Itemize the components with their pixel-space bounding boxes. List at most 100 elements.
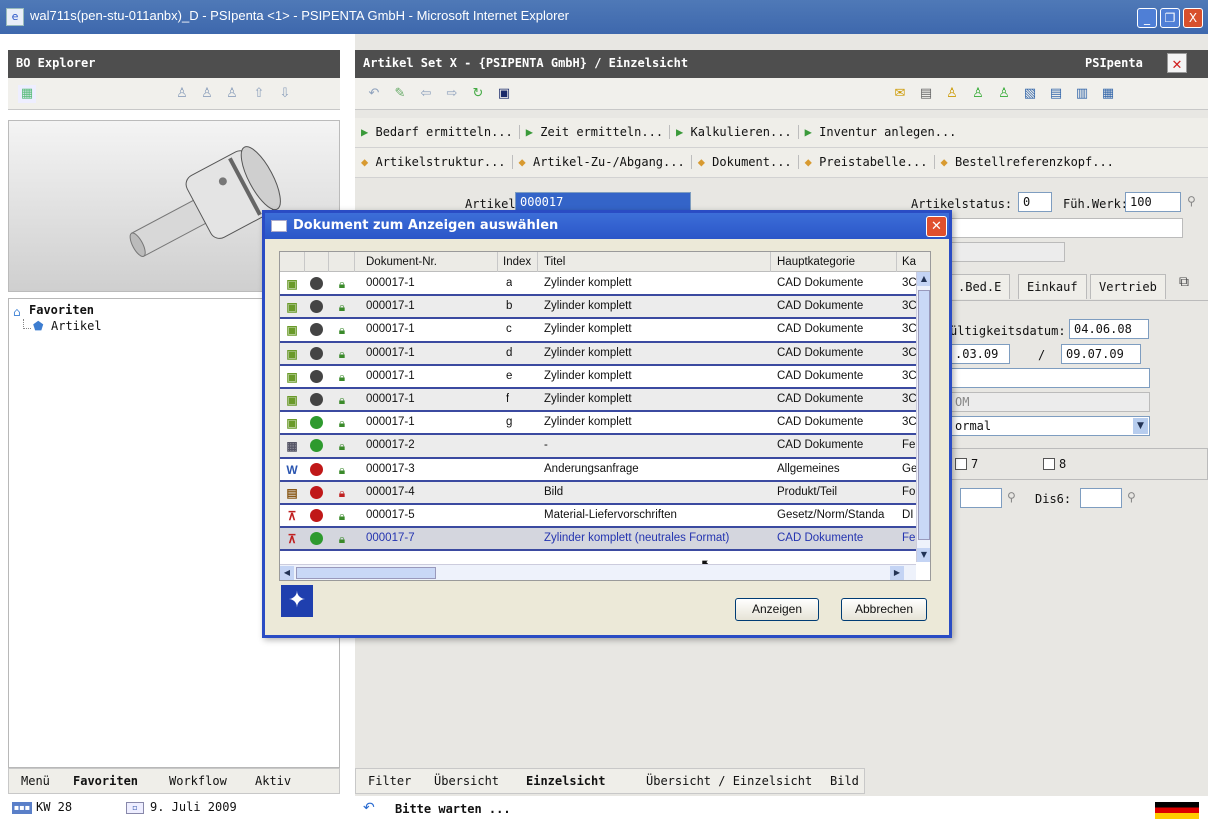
table-row[interactable]: ▣ 🔒︎ 000017-1 g Zylinder komplett CAD Dokumen… [280, 412, 916, 436]
chevron-down-icon[interactable]: ▼ [1133, 418, 1148, 434]
list-icon[interactable]: ▤ [917, 85, 935, 103]
action-zeit[interactable]: ▶ Zeit ermitteln... [520, 125, 671, 139]
save-icon[interactable]: ▣ [495, 85, 513, 103]
abbrechen-button[interactable]: Abbrechen [841, 598, 927, 621]
hscroll-thumb[interactable] [296, 567, 436, 579]
dis6-input[interactable] [1080, 488, 1122, 508]
date-from-input[interactable]: .03.09 [950, 344, 1010, 364]
table-row[interactable]: ▦ 🔒︎ 000017-2 - CAD Dokumente Fe [280, 435, 916, 459]
link-dokument[interactable]: ◆ Dokument... [692, 155, 799, 169]
table-row[interactable]: ▤ 🔒︎ 000017-4 Bild Produkt/Teil Fo [280, 481, 916, 505]
dis5-input[interactable] [960, 488, 1002, 508]
tab-filter[interactable]: Filter [368, 774, 411, 788]
calendar-icon[interactable]: ▦ [1099, 85, 1117, 103]
tab-menu[interactable]: Menü [21, 774, 50, 788]
select-normal[interactable]: ormal [950, 416, 1150, 436]
scroll-right-icon[interactable]: ▶ [890, 566, 904, 580]
tab-uebersicht-einzelsicht[interactable]: Übersicht / Einzelsicht [646, 774, 812, 788]
person-icon[interactable]: ♙ [173, 85, 191, 103]
link-artikelstruktur[interactable]: ◆ Artikelstruktur... [355, 155, 513, 169]
close-window-button[interactable]: X [1183, 8, 1203, 28]
maximize-button[interactable]: ❐ [1160, 8, 1180, 28]
document-icon[interactable]: ▤ [1047, 85, 1065, 103]
user-icon[interactable]: ♙ [943, 85, 961, 103]
checkbox-7[interactable] [955, 458, 967, 470]
view-tabs: Filter Übersicht Einzelsicht Übersicht /… [355, 768, 865, 794]
table-row[interactable]: ▣ 🔒︎ 000017-1 b Zylinder komplett CAD Dokumen… [280, 296, 916, 320]
mail-icon[interactable]: ✉ [891, 85, 909, 103]
cell-hauptkategorie: CAD Dokumente [777, 300, 864, 313]
refresh-icon[interactable]: ↻ [469, 85, 487, 103]
scroll-up-icon[interactable]: ▲ [917, 272, 930, 286]
tree-item-artikel[interactable]: Artikel [51, 319, 102, 333]
action-kalkulieren[interactable]: ▶ Kalkulieren... [670, 125, 799, 139]
group-users-icon[interactable]: ♙ [995, 85, 1013, 103]
table-row[interactable]: ▣ 🔒︎ 000017-1 a Zylinder komplett CAD Dokumen… [280, 273, 916, 297]
users-icon[interactable]: ♙ [969, 85, 987, 103]
dialog-close-icon[interactable]: ✕ [926, 216, 947, 237]
tree-root-favoriten[interactable]: Favoriten [29, 303, 94, 317]
edit-icon[interactable]: ✎ [391, 85, 409, 103]
disabled-select [945, 242, 1065, 262]
table-row[interactable]: ▣ 🔒︎ 000017-1 f Zylinder komplett CAD Dokumen… [280, 389, 916, 413]
action-inventur[interactable]: ▶ Inventur anlegen... [799, 125, 963, 139]
table-row[interactable]: ⊼ 🔒︎ 000017-7 Zylinder komplett (neutrales … [280, 528, 916, 552]
minimize-button[interactable]: _ [1137, 8, 1157, 28]
forward-arrow-icon[interactable]: ⇨ [443, 85, 461, 103]
artikelstatus-input[interactable]: 0 [1018, 192, 1052, 212]
search-icon[interactable]: ⚲ [1007, 490, 1016, 504]
search-icon[interactable]: ⚲ [1187, 194, 1196, 208]
persons-icon[interactable]: ♙ [198, 85, 216, 103]
col-ka[interactable]: Ka [902, 256, 916, 268]
artikel-input[interactable]: 000017 [515, 192, 691, 212]
link-zu-abgang[interactable]: ◆ Artikel-Zu-/Abgang... [513, 155, 692, 169]
group-icon[interactable]: ♙ [223, 85, 241, 103]
table-row[interactable]: W 🔒︎ 000017-3 Änderungsanfrage Allgemeines Ge [280, 459, 916, 482]
arrow-up-icon[interactable]: ⇧ [250, 85, 268, 103]
action-bedarf[interactable]: ▶ Bedarf ermitteln... [355, 125, 520, 139]
col-dokument-nr[interactable]: Dokument-Nr. [366, 256, 437, 268]
tab-einkauf[interactable]: Einkauf [1018, 274, 1087, 299]
table-row[interactable]: ⊼ 🔒︎ 000017-5 Material-Liefervorschriften Ge… [280, 505, 916, 529]
tab-aktiv[interactable]: Aktiv [255, 774, 291, 788]
tab-bed-e[interactable]: .Bed.E [950, 274, 1011, 299]
tab-einzelsicht[interactable]: Einzelsicht [526, 774, 605, 788]
document-edit-icon[interactable]: ▥ [1073, 85, 1091, 103]
card-icon[interactable]: ▧ [1021, 85, 1039, 103]
horizontal-scrollbar[interactable]: ◀ ▶ [280, 564, 916, 580]
undo-icon[interactable]: ↶ [365, 85, 383, 103]
tab-favoriten[interactable]: Favoriten [73, 774, 138, 788]
artikel-description-field[interactable] [945, 218, 1183, 238]
tab-vertrieb[interactable]: Vertrieb [1090, 274, 1166, 299]
scroll-down-icon[interactable]: ▼ [917, 548, 930, 562]
explorer-icon[interactable]: ▦ [18, 85, 36, 103]
back-arrow-icon[interactable]: ⇦ [417, 85, 435, 103]
vertical-scrollbar[interactable]: ▲ ▼ [916, 272, 930, 562]
table-row[interactable]: ▣ 🔒︎ 000017-1 d Zylinder komplett CAD Dokumen… [280, 342, 916, 366]
validity-input[interactable]: 04.06.08 [1069, 319, 1149, 339]
col-index[interactable]: Index [503, 256, 531, 268]
scroll-left-icon[interactable]: ◀ [280, 566, 294, 580]
link-bestellreferenz[interactable]: ◆ Bestellreferenzkopf... [935, 155, 1120, 169]
link-preistabelle[interactable]: ◆ Preistabelle... [799, 155, 935, 169]
date-to-input[interactable]: 09.07.09 [1061, 344, 1141, 364]
text-field[interactable] [950, 368, 1150, 388]
anzeigen-button[interactable]: Anzeigen [735, 598, 819, 621]
tab-uebersicht[interactable]: Übersicht [434, 774, 499, 788]
close-panel-icon[interactable]: ✕ [1167, 53, 1187, 73]
arrow-down-icon[interactable]: ⇩ [276, 85, 294, 103]
search-icon[interactable]: ⚲ [1127, 490, 1136, 504]
scroll-thumb[interactable] [918, 290, 930, 540]
left-bottom-tabs: Menü Favoriten Workflow Aktiv [8, 768, 340, 794]
tab-workflow[interactable]: Workflow [169, 774, 227, 788]
checkbox-8[interactable] [1043, 458, 1055, 470]
expand-icon[interactable]: ⧉ [1179, 274, 1189, 290]
table-row[interactable]: ▣ 🔒︎ 000017-1 c Zylinder komplett CAD Dokumen… [280, 319, 916, 343]
col-titel[interactable]: Titel [544, 256, 565, 268]
lock-icon: 🔒︎ [338, 485, 346, 500]
tab-bild[interactable]: Bild [830, 774, 859, 788]
col-hauptkategorie[interactable]: Hauptkategorie [777, 256, 855, 268]
fuehwerk-input[interactable]: 100 [1125, 192, 1181, 212]
cell-ka: Fe [902, 439, 916, 452]
table-row[interactable]: ▣ 🔒︎ 000017-1 e Zylinder komplett CAD Dokumen… [280, 366, 916, 389]
